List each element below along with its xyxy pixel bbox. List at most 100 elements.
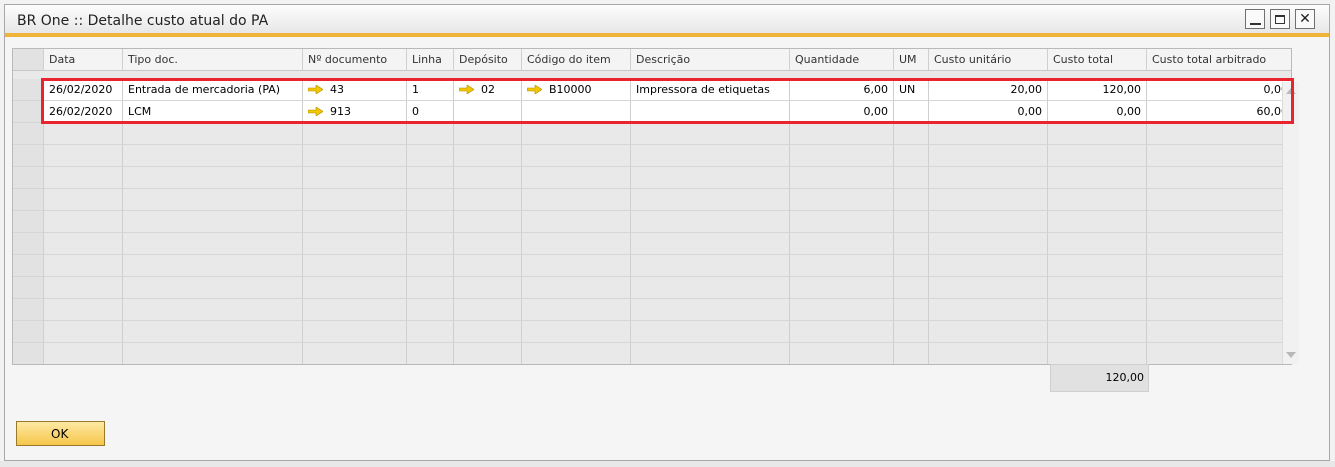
empty-cell[interactable] xyxy=(522,343,631,364)
empty-cell[interactable] xyxy=(522,211,631,233)
empty-cell[interactable] xyxy=(929,145,1048,167)
empty-table-row[interactable] xyxy=(13,299,1291,321)
empty-cell[interactable] xyxy=(790,167,894,189)
empty-cell[interactable] xyxy=(929,255,1048,277)
empty-cell[interactable] xyxy=(790,123,894,145)
empty-cell[interactable] xyxy=(1048,189,1147,211)
col-header-linha[interactable]: Linha xyxy=(407,49,454,71)
empty-cell[interactable] xyxy=(894,167,929,189)
empty-cell[interactable] xyxy=(631,189,790,211)
row-header[interactable] xyxy=(13,299,44,321)
empty-cell[interactable] xyxy=(44,299,123,321)
empty-cell[interactable] xyxy=(1147,145,1291,167)
empty-cell[interactable] xyxy=(407,233,454,255)
col-header-custo-unitario[interactable]: Custo unitário xyxy=(929,49,1048,71)
empty-cell[interactable] xyxy=(894,189,929,211)
empty-cell[interactable] xyxy=(407,123,454,145)
row-header[interactable] xyxy=(13,101,44,123)
empty-cell[interactable] xyxy=(894,255,929,277)
empty-cell[interactable] xyxy=(454,277,522,299)
empty-cell[interactable] xyxy=(454,255,522,277)
row-header[interactable] xyxy=(13,255,44,277)
empty-cell[interactable] xyxy=(929,277,1048,299)
row-header[interactable] xyxy=(13,189,44,211)
empty-cell[interactable] xyxy=(454,299,522,321)
empty-cell[interactable] xyxy=(123,321,303,343)
empty-cell[interactable] xyxy=(631,145,790,167)
empty-cell[interactable] xyxy=(522,299,631,321)
empty-cell[interactable] xyxy=(454,167,522,189)
empty-cell[interactable] xyxy=(44,189,123,211)
empty-cell[interactable] xyxy=(1147,123,1291,145)
col-header-codigo-item[interactable]: Código do item xyxy=(522,49,631,71)
empty-table-row[interactable] xyxy=(13,211,1291,233)
close-button[interactable]: ✕ xyxy=(1295,9,1315,29)
empty-cell[interactable] xyxy=(631,277,790,299)
empty-cell[interactable] xyxy=(44,255,123,277)
empty-cell[interactable] xyxy=(631,123,790,145)
empty-cell[interactable] xyxy=(631,343,790,364)
empty-table-row[interactable] xyxy=(13,167,1291,189)
empty-cell[interactable] xyxy=(407,211,454,233)
col-header-um[interactable]: UM xyxy=(894,49,929,71)
empty-cell[interactable] xyxy=(123,123,303,145)
empty-cell[interactable] xyxy=(454,211,522,233)
empty-cell[interactable] xyxy=(454,145,522,167)
empty-cell[interactable] xyxy=(929,299,1048,321)
empty-cell[interactable] xyxy=(407,299,454,321)
empty-cell[interactable] xyxy=(894,123,929,145)
empty-cell[interactable] xyxy=(123,299,303,321)
empty-cell[interactable] xyxy=(631,321,790,343)
empty-table-row[interactable] xyxy=(13,233,1291,255)
row-header[interactable] xyxy=(13,277,44,299)
empty-cell[interactable] xyxy=(454,343,522,364)
empty-cell[interactable] xyxy=(123,189,303,211)
empty-cell[interactable] xyxy=(454,233,522,255)
empty-cell[interactable] xyxy=(1048,145,1147,167)
empty-cell[interactable] xyxy=(1147,255,1291,277)
empty-cell[interactable] xyxy=(1048,299,1147,321)
empty-cell[interactable] xyxy=(454,123,522,145)
empty-table-row[interactable] xyxy=(13,123,1291,145)
empty-cell[interactable] xyxy=(790,233,894,255)
empty-cell[interactable] xyxy=(123,255,303,277)
empty-cell[interactable] xyxy=(894,321,929,343)
empty-cell[interactable] xyxy=(44,233,123,255)
empty-cell[interactable] xyxy=(929,189,1048,211)
empty-cell[interactable] xyxy=(303,167,407,189)
row-header[interactable] xyxy=(13,343,44,364)
empty-cell[interactable] xyxy=(303,255,407,277)
empty-cell[interactable] xyxy=(894,145,929,167)
empty-cell[interactable] xyxy=(631,299,790,321)
empty-cell[interactable] xyxy=(790,343,894,364)
empty-cell[interactable] xyxy=(1147,321,1291,343)
empty-cell[interactable] xyxy=(790,145,894,167)
empty-cell[interactable] xyxy=(929,123,1048,145)
empty-cell[interactable] xyxy=(407,343,454,364)
empty-cell[interactable] xyxy=(522,255,631,277)
empty-cell[interactable] xyxy=(303,123,407,145)
col-header-data[interactable]: Data xyxy=(44,49,123,71)
empty-cell[interactable] xyxy=(454,321,522,343)
col-header-custo-total[interactable]: Custo total xyxy=(1048,49,1147,71)
empty-cell[interactable] xyxy=(44,145,123,167)
empty-cell[interactable] xyxy=(454,189,522,211)
row-header[interactable] xyxy=(13,233,44,255)
empty-cell[interactable] xyxy=(1147,299,1291,321)
row-header[interactable] xyxy=(13,145,44,167)
row-header[interactable] xyxy=(13,79,44,101)
empty-cell[interactable] xyxy=(929,321,1048,343)
empty-cell[interactable] xyxy=(44,211,123,233)
empty-cell[interactable] xyxy=(929,233,1048,255)
empty-table-row[interactable] xyxy=(13,255,1291,277)
row-header[interactable] xyxy=(13,123,44,145)
empty-cell[interactable] xyxy=(407,167,454,189)
empty-cell[interactable] xyxy=(522,167,631,189)
empty-cell[interactable] xyxy=(1048,233,1147,255)
ok-button[interactable]: OK xyxy=(16,421,105,446)
empty-cell[interactable] xyxy=(790,321,894,343)
col-header-quantidade[interactable]: Quantidade xyxy=(790,49,894,71)
empty-cell[interactable] xyxy=(929,167,1048,189)
empty-cell[interactable] xyxy=(894,277,929,299)
empty-cell[interactable] xyxy=(631,233,790,255)
